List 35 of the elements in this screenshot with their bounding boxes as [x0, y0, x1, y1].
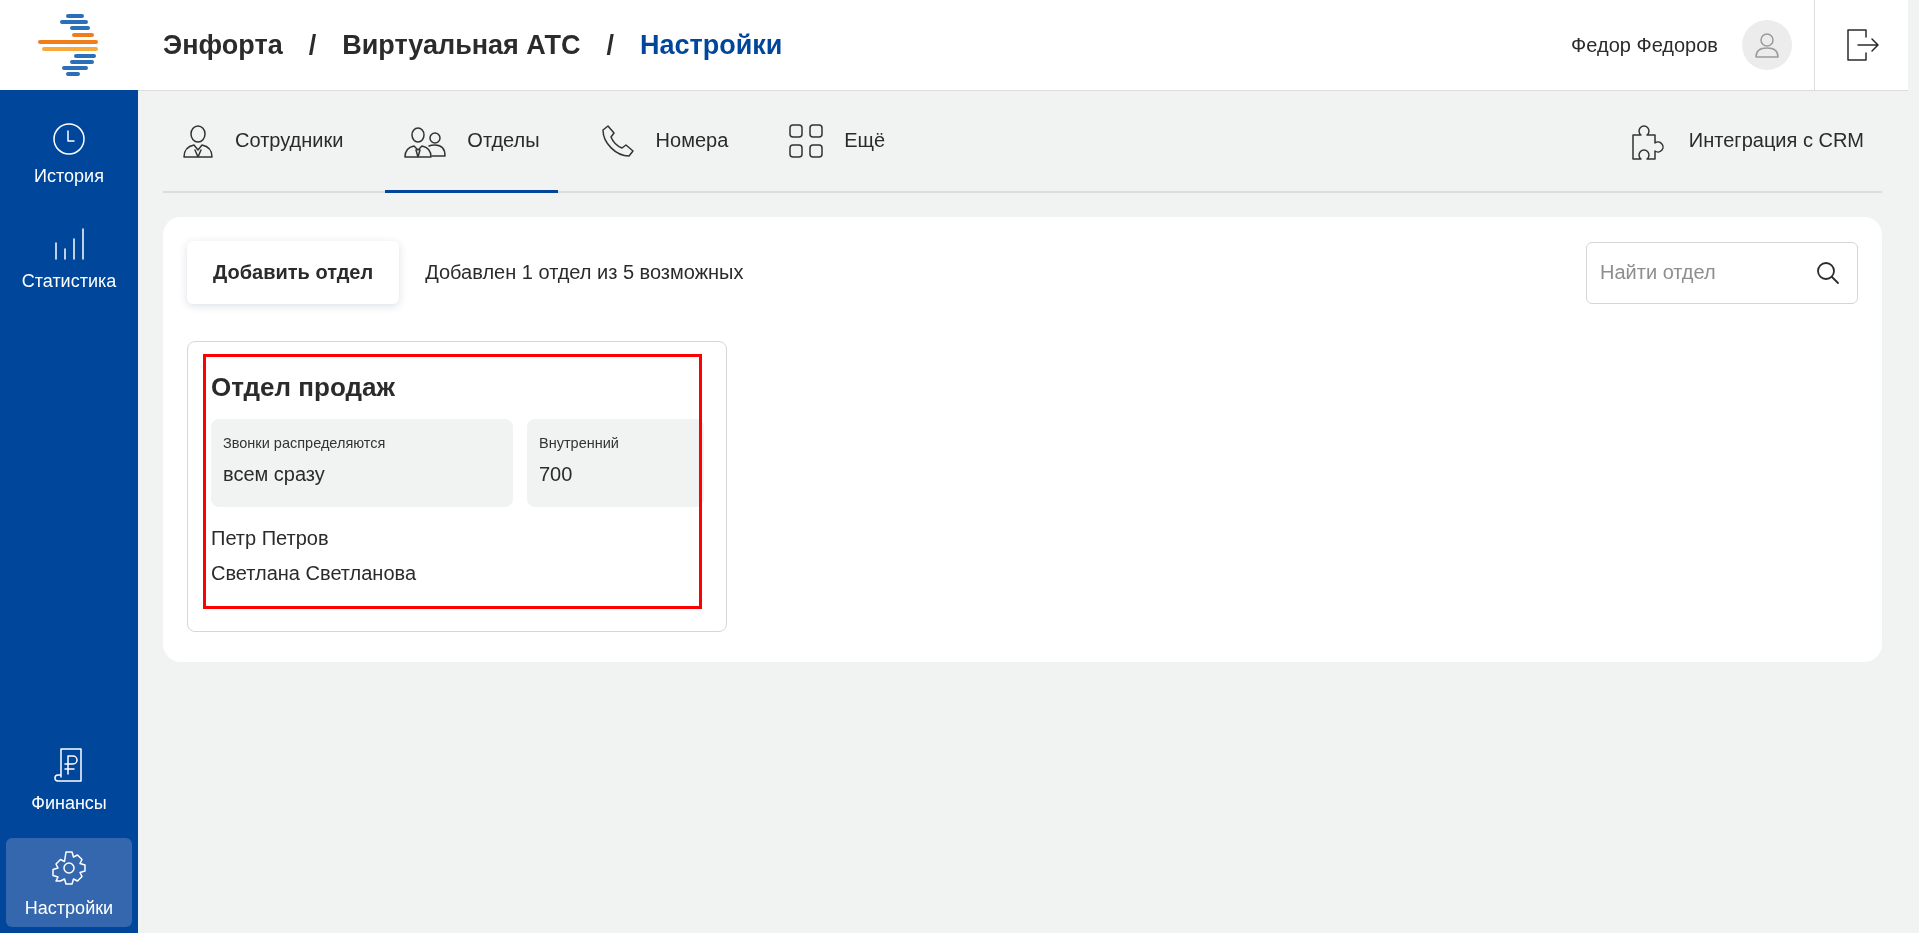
department-count-text: Добавлен 1 отдел из 5 возможных: [425, 261, 745, 284]
tab[interactable]: Ещё: [770, 91, 904, 193]
settings-icon: [49, 848, 89, 888]
breadcrumb-separator: /: [308, 29, 317, 61]
add-department-button[interactable]: Добавить отдел: [187, 241, 400, 304]
bar-chart-icon: [52, 227, 86, 261]
tile-value: всем сразу: [223, 463, 326, 486]
search-icon: [1816, 260, 1840, 285]
clock-icon: [52, 122, 86, 156]
person-silhouette-icon: [1754, 31, 1780, 59]
person-icon: [181, 122, 215, 159]
tab[interactable]: Отделы: [385, 91, 558, 193]
department-name: Отдел продаж: [211, 372, 396, 403]
user-name: Федор Федоров: [1571, 33, 1718, 57]
breadcrumb-item[interactable]: Виртуальная АТС: [342, 29, 581, 61]
sidebar-item[interactable]: Финансы: [6, 735, 132, 824]
sidebar-item[interactable]: История: [6, 110, 132, 197]
tile-label: Внутренний: [539, 435, 620, 451]
member-name: Светлана Светланова: [211, 562, 418, 585]
breadcrumb-separator: /: [606, 29, 614, 61]
tile-label: Звонки распределяются: [223, 435, 387, 451]
search-field[interactable]: Найти отдел: [1586, 241, 1858, 304]
member-name: Петр Петров: [211, 527, 330, 550]
sidebar-item[interactable]: Настройки: [6, 838, 132, 927]
department-card[interactable]: Отдел продаж Звонки распределяются всем сразу Внутренний 700 Петр Петров Светлана Светланова: [187, 341, 727, 632]
grid-icon: [788, 122, 825, 159]
sidebar-item[interactable]: Статистика: [6, 215, 132, 302]
breadcrumb-item: Настройки: [639, 29, 783, 61]
breadcrumb-item[interactable]: Энфорта: [163, 29, 283, 61]
tile-value: 700: [539, 463, 574, 486]
tab[interactable]: Сотрудники: [163, 91, 362, 193]
avatar-icon[interactable]: [1742, 20, 1792, 70]
integration-tab[interactable]: Интеграция с CRM: [1610, 91, 1882, 193]
phone-icon: [599, 122, 636, 159]
tab[interactable]: Номера: [581, 91, 747, 193]
